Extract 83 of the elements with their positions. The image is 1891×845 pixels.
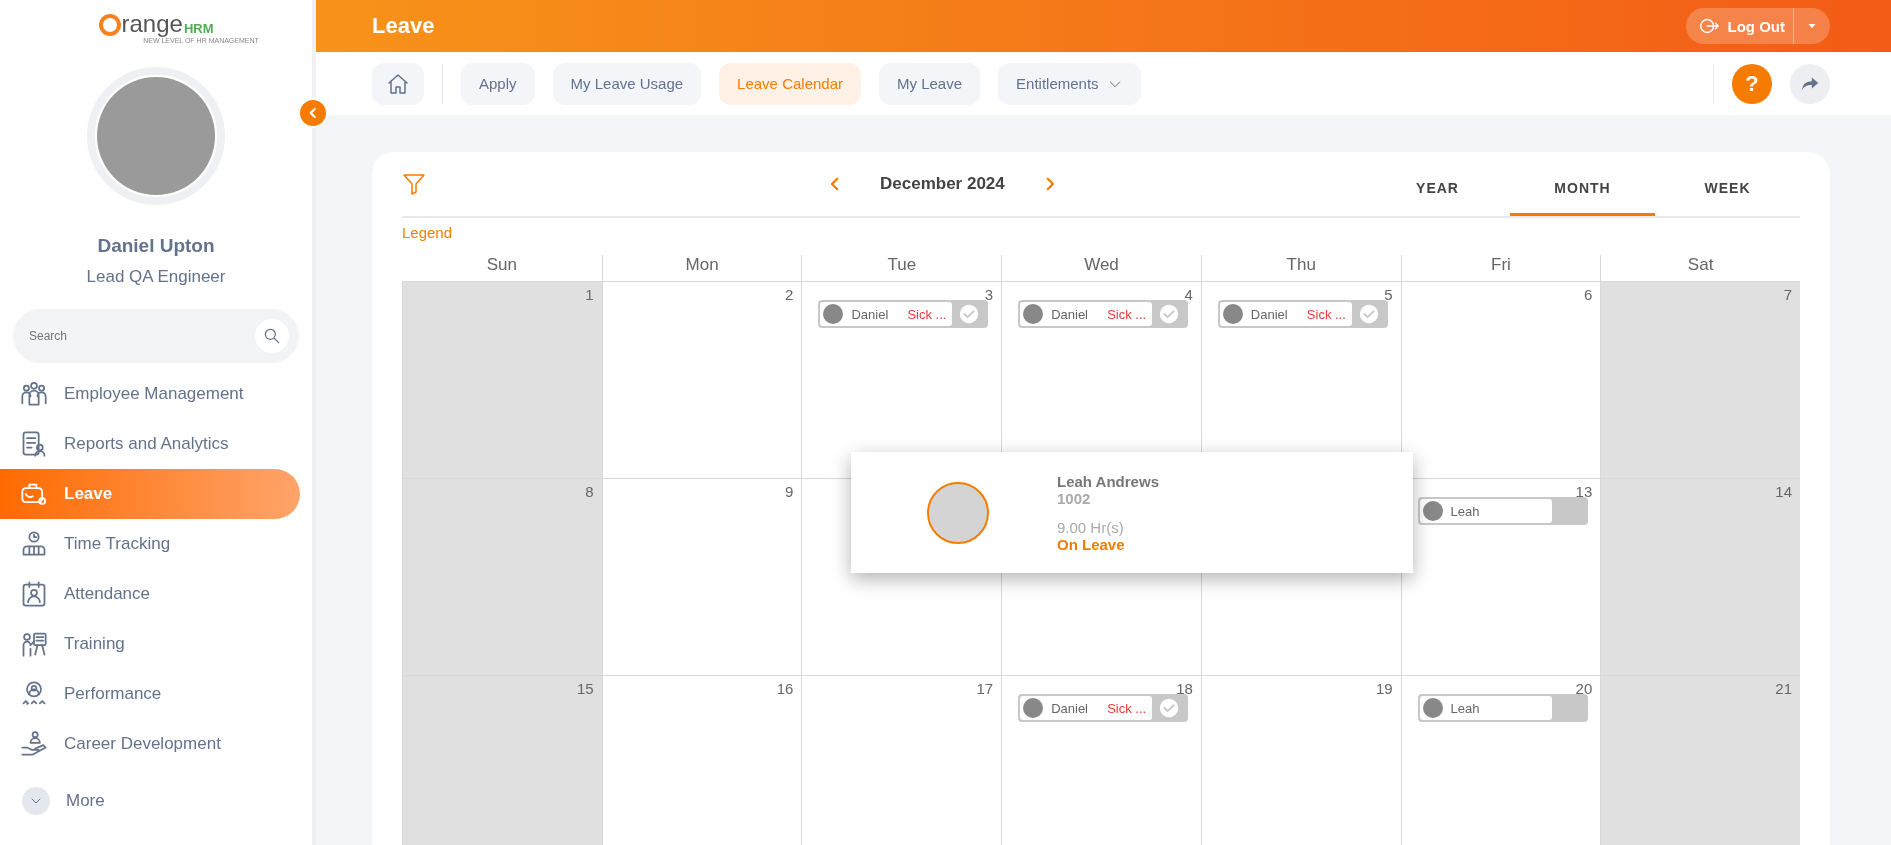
leave-entry[interactable]: Daniel Sick ... xyxy=(1018,694,1189,722)
sidebar-item[interactable]: Time Tracking xyxy=(0,519,300,569)
day-number: 14 xyxy=(1775,483,1792,501)
weekday-header: Mon xyxy=(601,255,802,281)
search-icon xyxy=(262,326,282,346)
view-tab[interactable]: MONTH xyxy=(1510,162,1655,216)
page-title: Leave xyxy=(372,13,435,39)
report-icon xyxy=(20,430,48,458)
employee-name: Daniel xyxy=(1250,306,1288,322)
more-link[interactable]: More xyxy=(66,791,105,811)
leave-entry[interactable]: Leah xyxy=(1417,497,1588,525)
weekday-header: Sun xyxy=(485,255,518,276)
employee-name: Daniel xyxy=(1051,306,1088,322)
sidebar-item[interactable]: Employee Management xyxy=(0,369,300,419)
day-number: 16 xyxy=(776,680,794,698)
day-number: 15 xyxy=(577,680,594,698)
sidebar-item[interactable]: Leave xyxy=(0,469,300,519)
employee-name: Daniel xyxy=(851,306,889,322)
help-button[interactable]: ? xyxy=(1732,63,1772,104)
view-tab[interactable]: YEAR xyxy=(1365,162,1510,216)
avatar xyxy=(1023,304,1044,324)
calendar-person-icon xyxy=(20,580,48,608)
legend-link[interactable]: Legend xyxy=(402,224,453,241)
leave-entry[interactable]: Daniel Sick ... xyxy=(1217,300,1388,328)
avatar xyxy=(1422,698,1443,718)
filter-icon[interactable] xyxy=(402,172,426,196)
day-number: 7 xyxy=(1783,286,1792,304)
avatar xyxy=(1023,698,1044,718)
sidebar-item[interactable]: Reports and Analytics xyxy=(0,419,300,469)
logo-icon xyxy=(98,14,121,36)
leave-type: Sick ... xyxy=(1107,306,1147,322)
logo-brand-text: HRM xyxy=(183,21,214,36)
avatar xyxy=(823,304,844,324)
weekday-header: Sat xyxy=(1600,255,1800,281)
day-number: 21 xyxy=(1775,680,1792,698)
hand-person-icon xyxy=(20,730,48,758)
sidebar-item[interactable]: Career Development xyxy=(0,719,300,769)
leave-entry[interactable]: Daniel Sick ... xyxy=(818,300,989,328)
award-person-icon xyxy=(20,680,48,708)
day-number: 1 xyxy=(585,286,594,304)
sidebar-item[interactable]: Training xyxy=(0,619,300,669)
weekday-header: Fri xyxy=(1400,255,1601,281)
profile-title: Lead QA Engineer xyxy=(86,267,226,287)
clock-person-icon xyxy=(20,530,48,558)
sidebar-item[interactable]: Performance xyxy=(0,669,300,719)
nav-tab[interactable]: Entitlements xyxy=(998,62,1141,105)
day-number: 17 xyxy=(976,680,994,698)
view-tab[interactable]: WEEK xyxy=(1655,162,1800,216)
nav-tab[interactable]: Apply xyxy=(461,62,535,105)
leave-entry[interactable]: Leah xyxy=(1417,694,1588,722)
popup-status: On Leave xyxy=(1057,535,1126,553)
logout-button[interactable]: Log Out xyxy=(1685,8,1830,44)
popup-employee-name: Leah Andrews xyxy=(1057,472,1159,490)
share-button[interactable] xyxy=(1790,63,1830,104)
avatar xyxy=(1422,501,1443,521)
nav-tab[interactable]: My Leave xyxy=(879,62,981,105)
day-number: 6 xyxy=(1583,286,1593,304)
weekday-header: Wed xyxy=(1001,255,1201,281)
weekday-header: Tue xyxy=(801,255,1002,281)
day-number: 8 xyxy=(585,483,594,501)
search-button[interactable] xyxy=(255,319,289,353)
popup-hours: 9.00 Hr(s) xyxy=(1057,518,1125,536)
day-number: 2 xyxy=(785,286,794,304)
leave-entry[interactable]: Daniel Sick ... xyxy=(1018,300,1189,328)
home-icon xyxy=(386,71,410,96)
home-button[interactable] xyxy=(372,62,424,105)
sidebar-item[interactable]: Attendance xyxy=(0,569,300,619)
profile-name: Daniel Upton xyxy=(97,235,215,257)
presenter-icon xyxy=(20,630,48,658)
leave-type: Sick ... xyxy=(907,306,947,322)
day-number: 9 xyxy=(785,483,794,501)
nav-tab[interactable]: My Leave Usage xyxy=(552,62,702,105)
weekday-header: Thu xyxy=(1200,255,1401,281)
people-icon xyxy=(20,380,48,408)
popup-employee-id: 1002 xyxy=(1057,489,1092,507)
month-title: December 2024 xyxy=(880,174,1005,194)
leave-type: Sick ... xyxy=(1107,700,1147,716)
day-number: 19 xyxy=(1375,680,1393,698)
leave-type: Sick ... xyxy=(1306,306,1346,322)
employee-name: Daniel xyxy=(1051,700,1088,716)
avatar xyxy=(1222,304,1243,324)
employee-name: Leah xyxy=(1450,503,1480,519)
employee-name: Leah xyxy=(1450,700,1480,716)
